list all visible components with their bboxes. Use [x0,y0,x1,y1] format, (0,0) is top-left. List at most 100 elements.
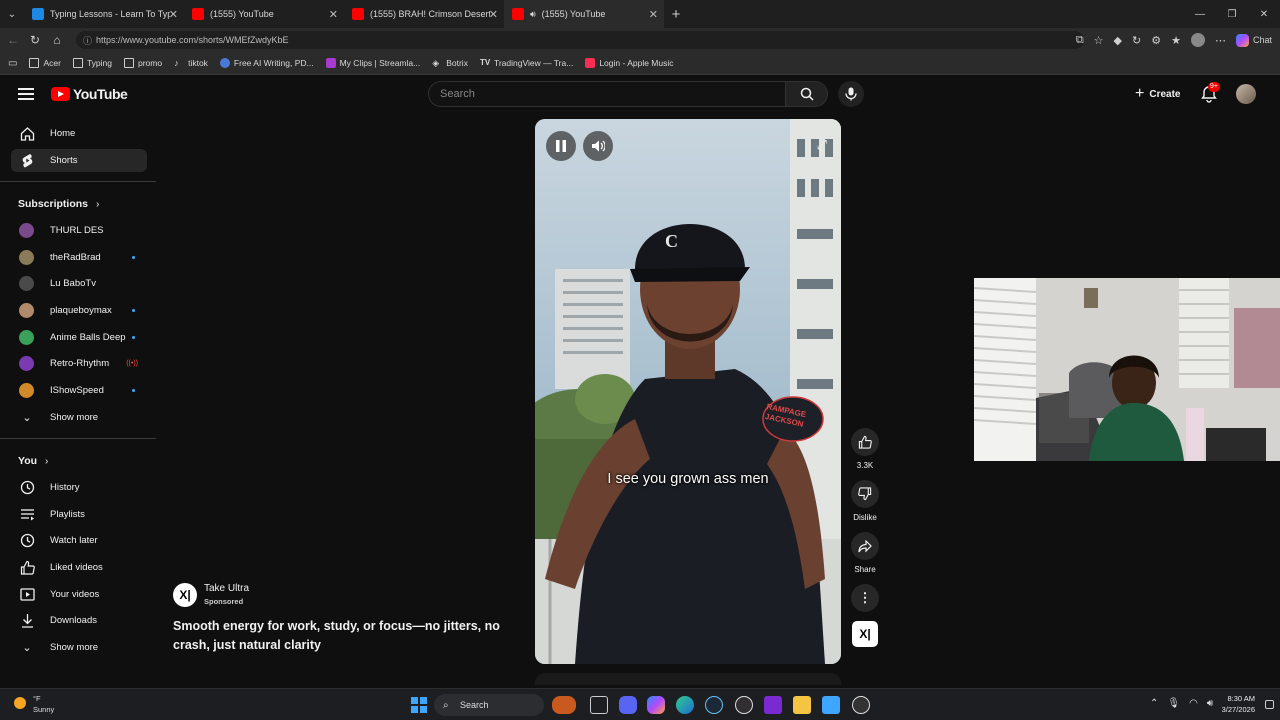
copilot-chat-button[interactable]: Chat [1235,33,1272,47]
sync-icon[interactable]: ↻ [1132,34,1141,47]
address-bar[interactable]: ⓘ https://www.youtube.com/shorts/WMEfZwd… [76,31,1084,49]
collections-bar-icon[interactable]: ▭ [8,58,17,69]
bookmark-item[interactable]: ◈ Botrix [432,58,468,68]
dislike-button[interactable]: Dislike [850,480,880,522]
close-tab-icon[interactable]: ✕ [329,8,338,21]
voice-search-button[interactable] [838,81,864,107]
advertiser-chip[interactable]: X| [852,621,878,647]
discord-icon[interactable] [619,696,637,714]
sidebar-item-home[interactable]: Home [11,122,147,145]
create-button[interactable]: + Create [1127,82,1188,106]
search-input[interactable] [428,81,786,107]
you-heading[interactable]: You › [18,455,48,467]
game-app-icon[interactable] [552,696,576,714]
system-clock[interactable]: 8:30 AM 3/27/2026 [1222,693,1255,715]
maximize-icon[interactable]: ❐ [1216,9,1248,20]
sidebar-item-history[interactable]: History [11,476,147,499]
bookmark-item[interactable]: Acer [29,58,61,68]
collections-icon[interactable]: ★ [1171,34,1181,47]
tray-overflow-icon[interactable]: ⌃ [1150,698,1158,709]
close-window-icon[interactable]: ✕ [1248,9,1280,20]
refresh-icon[interactable]: ↻ [24,33,46,47]
sidebar-item-liked-videos[interactable]: Liked videos [11,556,147,579]
dislike-circle[interactable] [851,480,879,508]
fullscreen-icon[interactable]: ⤢ [817,137,827,153]
subscription-item[interactable]: Lu BaboTv [11,272,147,295]
profile-icon[interactable] [1190,33,1205,47]
steam-icon[interactable] [705,696,723,714]
youtube-logo[interactable]: YouTube [51,86,128,102]
home-browser-icon[interactable]: ⌂ [46,33,68,47]
edge-browser-icon[interactable] [676,696,694,714]
share-button[interactable]: Share [850,532,880,574]
minimize-icon[interactable]: — [1184,9,1216,20]
sidebar-item-watch-later[interactable]: Watch later [11,529,147,552]
sidebar-item-downloads[interactable]: Downloads [11,609,147,632]
back-icon[interactable]: ← [2,33,24,47]
close-tab-icon[interactable]: ✕ [489,8,498,21]
obs-icon[interactable] [735,696,753,714]
weather-widget[interactable]: °F Sunny [33,693,54,715]
bookmark-item[interactable]: promo [123,58,162,68]
more-vertical-icon[interactable]: ⋮ [851,584,879,612]
sidebar-item-playlists[interactable]: Playlists [11,503,147,526]
subscription-item[interactable]: Retro-Rhythm ((•)) [11,352,147,375]
like-button[interactable]: 3.3K [850,428,880,470]
tab-actions-chevron-icon[interactable]: ⌄ [0,9,24,20]
media-player-icon[interactable] [852,696,870,714]
menu-icon[interactable] [18,88,34,100]
bookmark-item[interactable]: ♪ tiktok [174,58,208,68]
extensions-icon[interactable]: ⧉ [1076,34,1084,47]
copilot-icon[interactable] [647,696,665,714]
extension-icon[interactable]: ◆ [1114,34,1122,47]
subscription-item[interactable]: plaqueboymax [11,299,147,322]
browser-tab-2[interactable]: (1555) YouTube ✕ [184,0,344,28]
show-more-subscriptions[interactable]: ⌄ Show more [11,406,147,429]
wifi-icon[interactable]: ◠ [1189,698,1198,709]
file-explorer-icon[interactable] [793,696,811,714]
subscriptions-heading[interactable]: Subscriptions › [18,198,99,210]
bookmark-item[interactable]: TV TradingView — Tra... [480,58,573,68]
search-button[interactable] [786,81,828,107]
subscription-item[interactable]: IShowSpeed [11,379,147,402]
sidebar-item-your-videos[interactable]: Your videos [11,583,147,606]
microphone-tray-icon[interactable]: 🎙︎ [1167,698,1180,709]
sidebar-item-show-more[interactable]: ⌄ Show more [11,636,147,659]
browser-tab-3[interactable]: (1555) BRAH! Crimson Desert 100 ✕ [344,0,504,28]
speaker-icon[interactable]: 🔊︎ [1207,698,1213,709]
account-avatar[interactable] [1236,84,1256,104]
more-menu-icon[interactable]: ⋯ [1215,34,1226,47]
new-tab-button[interactable]: + [664,6,688,23]
task-view-icon[interactable] [590,696,608,714]
pause-button[interactable] [546,131,576,161]
shorts-video-player[interactable]: C RAMPAGE JACKSON ⤢ I see you grown ass … [535,119,841,664]
bookmark-item[interactable]: My Clips | Streamla... [325,58,420,68]
sidebar-item-shorts[interactable]: Shorts [11,149,147,172]
share-circle[interactable] [851,532,879,560]
next-short-preview[interactable] [535,673,841,685]
advertiser-name[interactable]: Take Ultra [204,583,249,594]
windows-start-icon[interactable] [411,697,427,713]
bookmark-item[interactable]: Free AI Writing, PD... [219,58,314,68]
like-circle[interactable] [851,428,879,456]
audio-playing-icon[interactable]: 🔊︎ [530,9,536,20]
media-app-icon[interactable] [764,696,782,714]
subscription-item[interactable]: theRadBrad [11,246,147,269]
advertiser-logo[interactable]: X| [173,583,197,607]
subscription-item[interactable]: Anime Balls Deep [11,326,147,349]
close-tab-icon[interactable]: ✕ [169,8,178,21]
close-tab-icon[interactable]: ✕ [649,8,658,21]
volume-button[interactable] [583,131,613,161]
bookmark-item[interactable]: Typing [72,58,112,68]
taskbar-search[interactable]: ⌕ Search [434,694,544,716]
subscription-item[interactable]: THURL DES [11,219,147,242]
more-options-button[interactable]: ⋮ [850,584,880,612]
browser-tab-4[interactable]: 🔊︎ (1555) YouTube ✕ [504,0,664,28]
bookmark-item[interactable]: Login - Apple Music [585,58,674,68]
notification-center-icon[interactable] [1265,700,1274,709]
favorites-star-icon[interactable]: ☆ [1094,34,1104,47]
store-icon[interactable] [822,696,840,714]
weather-icon[interactable] [14,697,26,709]
puzzle-icon[interactable]: ⚙ [1151,34,1161,47]
browser-tab-1[interactable]: Typing Lessons - Learn To Type Ar ✕ [24,0,184,28]
